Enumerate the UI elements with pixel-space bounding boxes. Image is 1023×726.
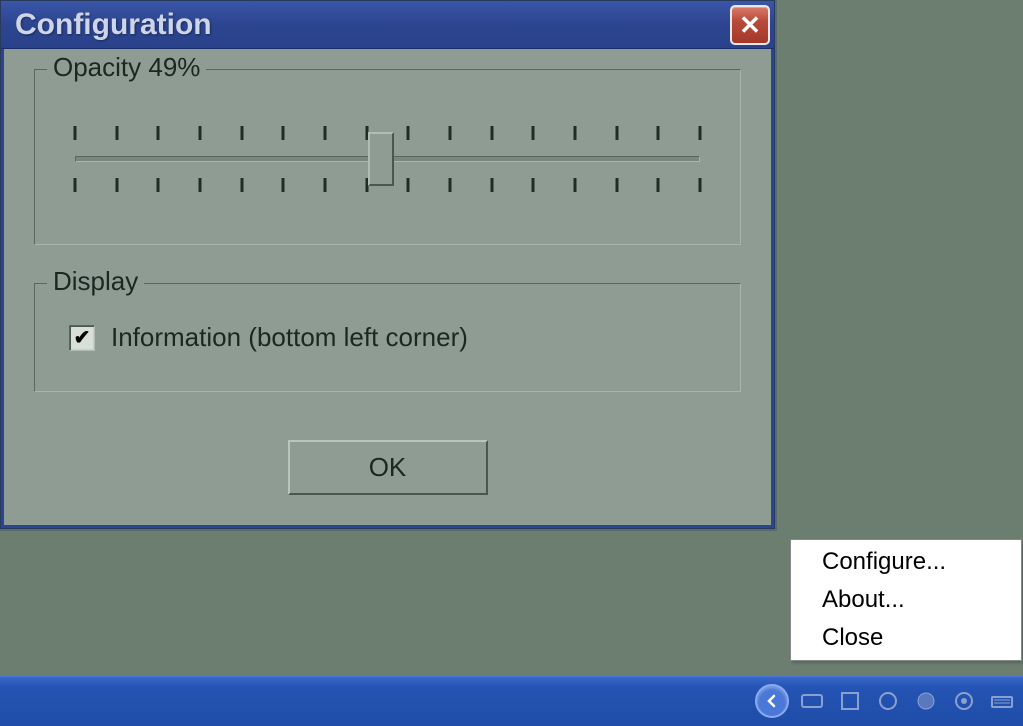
system-tray xyxy=(755,676,1023,726)
information-checkbox[interactable]: ✔ xyxy=(69,325,95,351)
display-groupbox: Display ✔ Information (bottom left corne… xyxy=(34,283,741,392)
close-button[interactable]: ✕ xyxy=(730,5,770,45)
opacity-label: Opacity 49% xyxy=(47,52,206,83)
slider-tick xyxy=(490,126,493,140)
dialog-body: Opacity 49% Display ✔ Information (botto… xyxy=(1,49,774,528)
opacity-groupbox: Opacity 49% xyxy=(34,69,741,245)
tray-icon-1[interactable] xyxy=(797,686,827,716)
tray-icon-5[interactable] xyxy=(949,686,979,716)
slider-tick xyxy=(74,178,77,192)
titlebar[interactable]: Configuration ✕ xyxy=(1,1,774,49)
slider-tick xyxy=(199,178,202,192)
slider-tick xyxy=(449,126,452,140)
close-icon: ✕ xyxy=(739,12,761,38)
slider-tick xyxy=(449,178,452,192)
slider-tick xyxy=(199,126,202,140)
slider-tick xyxy=(282,126,285,140)
opacity-slider-area xyxy=(63,98,712,212)
slider-tick xyxy=(407,126,410,140)
tray-icon-6[interactable] xyxy=(987,686,1017,716)
slider-tick xyxy=(407,178,410,192)
dialog-title: Configuration xyxy=(15,8,212,42)
tray-icon-4[interactable] xyxy=(911,686,941,716)
slider-tick xyxy=(574,178,577,192)
checkbox-row: ✔ Information (bottom left corner) xyxy=(63,312,712,359)
slider-tick xyxy=(657,178,660,192)
slider-tick xyxy=(532,178,535,192)
tray-icon-2[interactable] xyxy=(835,686,865,716)
tray-expand-icon[interactable] xyxy=(755,684,789,718)
slider-thumb[interactable] xyxy=(368,132,394,186)
tray-icon-3[interactable] xyxy=(873,686,903,716)
slider-tick xyxy=(615,178,618,192)
menu-item-configure[interactable]: Configure... xyxy=(794,543,1018,581)
tray-context-menu: Configure... About... Close xyxy=(790,539,1022,661)
slider-tick xyxy=(699,126,702,140)
configuration-dialog: Configuration ✕ Opacity 49% Display ✔ In… xyxy=(0,0,775,529)
slider-tick xyxy=(115,126,118,140)
slider-tick xyxy=(157,126,160,140)
slider-tick xyxy=(615,126,618,140)
opacity-slider[interactable] xyxy=(65,108,710,208)
ok-button[interactable]: OK xyxy=(288,440,488,495)
menu-item-about[interactable]: About... xyxy=(794,581,1018,619)
slider-tick xyxy=(324,126,327,140)
slider-tick xyxy=(157,178,160,192)
button-row: OK xyxy=(34,430,741,495)
taskbar xyxy=(0,676,1023,726)
slider-tick xyxy=(115,178,118,192)
slider-tick xyxy=(240,126,243,140)
slider-tick xyxy=(240,178,243,192)
information-checkbox-label: Information (bottom left corner) xyxy=(111,322,468,353)
slider-tick xyxy=(490,178,493,192)
slider-tick xyxy=(574,126,577,140)
display-label: Display xyxy=(47,266,144,297)
slider-tick xyxy=(657,126,660,140)
slider-tick xyxy=(74,126,77,140)
slider-tick xyxy=(532,126,535,140)
slider-tick xyxy=(324,178,327,192)
slider-tick xyxy=(282,178,285,192)
slider-tick xyxy=(699,178,702,192)
menu-item-close[interactable]: Close xyxy=(794,619,1018,657)
